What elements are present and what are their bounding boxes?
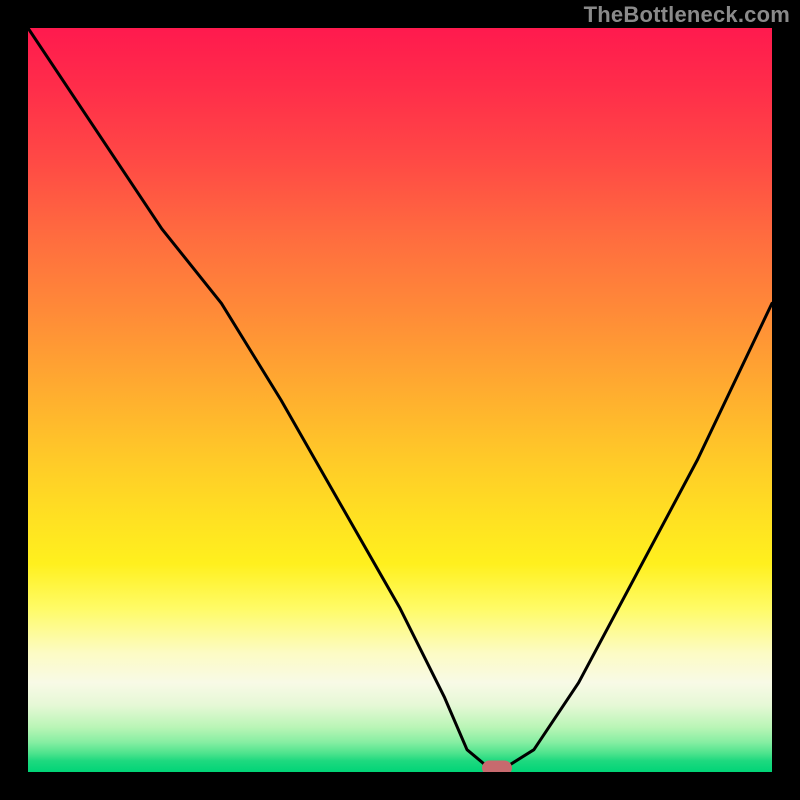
curve-path (28, 28, 772, 768)
bottleneck-curve (28, 28, 772, 772)
chart-frame: TheBottleneck.com (0, 0, 800, 800)
plot-area (28, 28, 772, 772)
watermark-text: TheBottleneck.com (584, 2, 790, 28)
optimal-marker (482, 761, 512, 772)
